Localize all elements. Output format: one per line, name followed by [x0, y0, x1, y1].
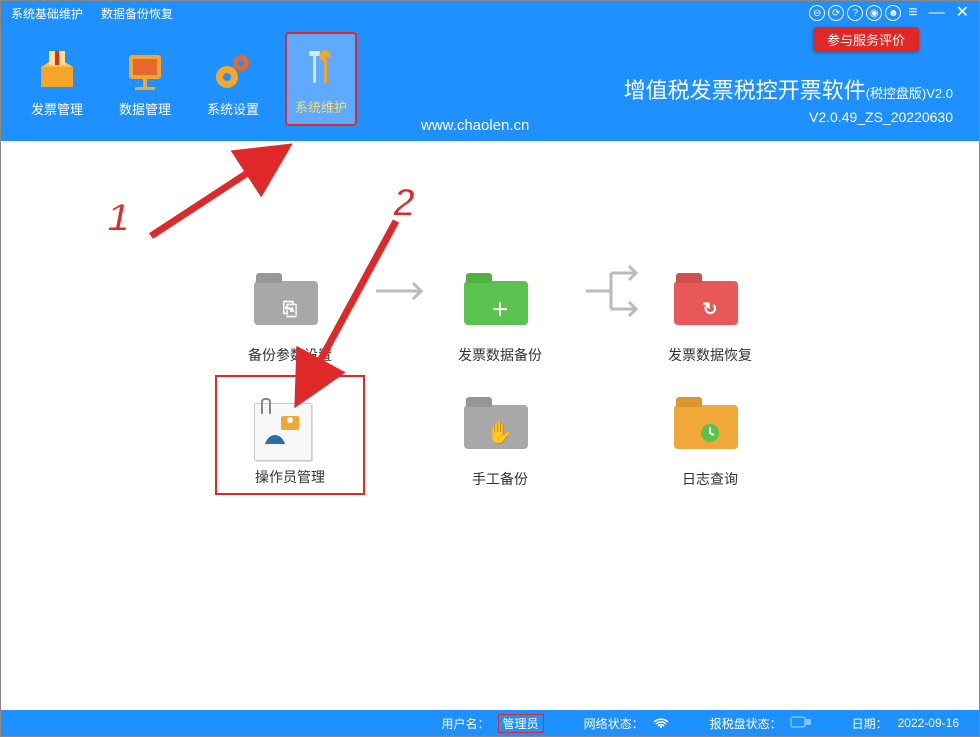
toolbar-system-maintenance[interactable]: 系统维护	[285, 32, 357, 126]
lock-icon[interactable]: ◉	[866, 5, 882, 21]
app-header: 系统基础维护 数据备份恢复 ⊖ ⟳ ? ◉ ☻ ≡ — ✕ 参与服务评价 发票管…	[1, 1, 979, 141]
tile-label: 操作员管理	[255, 467, 325, 487]
folder-plus-icon: ＋	[464, 281, 536, 337]
minimize-button[interactable]: —	[925, 5, 949, 21]
tile-invoice-backup[interactable]: ＋ 发票数据备份	[425, 251, 575, 371]
titlebar-icons: ⊖ ⟳ ? ◉ ☻ ≡ — ✕	[809, 5, 973, 21]
status-user-value: 管理员	[498, 714, 544, 733]
clipboard-user-icon	[254, 403, 326, 459]
toolbar-label: 系统设置	[207, 99, 259, 118]
app-version: V2.0.49_ZS_20220630	[624, 109, 953, 125]
toolbar-invoice-mgmt[interactable]: 发票管理	[21, 32, 93, 126]
wifi-icon	[652, 715, 670, 732]
toolbar-data-mgmt[interactable]: 数据管理	[109, 32, 181, 126]
menu-data-backup-restore[interactable]: 数据备份恢复	[101, 5, 173, 22]
toolbar-label: 系统维护	[295, 97, 347, 116]
back-icon[interactable]: ⊖	[809, 5, 825, 21]
status-user-label: 用户名：	[442, 715, 490, 732]
tile-label: 日志查询	[682, 469, 738, 489]
tile-label: 发票数据恢复	[668, 345, 752, 365]
folder-clock-icon	[674, 405, 746, 461]
tile-label: 发票数据备份	[458, 345, 542, 365]
help-icon[interactable]: ?	[847, 5, 863, 21]
toolbar-label: 发票管理	[31, 99, 83, 118]
server-icon	[123, 49, 167, 93]
tools-icon	[299, 47, 343, 91]
options-icon[interactable]: ≡	[904, 5, 921, 21]
tile-log-query[interactable]: 日志查询	[635, 375, 785, 495]
status-bar: 用户名： 管理员 网络状态： 报税盘状态： 日期： 2022-09-16	[1, 710, 979, 736]
status-net-label: 网络状态：	[584, 715, 644, 732]
service-eval-badge[interactable]: 参与服务评价	[813, 27, 919, 52]
annotation-arrow-2	[286, 211, 416, 411]
status-date-label: 日期：	[852, 715, 888, 732]
status-date-value: 2022-09-16	[896, 716, 961, 730]
menu-system-maintenance[interactable]: 系统基础维护	[11, 5, 83, 22]
box-icon	[35, 49, 79, 93]
header-url: www.chaolen.cn	[421, 117, 529, 134]
close-button[interactable]: ✕	[952, 5, 973, 21]
annotation-number-1: 1	[107, 196, 129, 241]
folder-hand-icon: ✋	[464, 405, 536, 461]
status-taxdisk-label: 报税盘状态：	[710, 715, 782, 732]
user-icon[interactable]: ☻	[885, 5, 901, 21]
tile-invoice-restore[interactable]: ↻ 发票数据恢复	[635, 251, 785, 371]
tax-disk-icon	[790, 716, 812, 731]
annotation-arrow-1	[141, 141, 301, 251]
app-title: 增值税发票税控开票软件	[624, 78, 866, 103]
app-title-block: 增值税发票税控开票软件(税控盘版)V2.0 V2.0.49_ZS_2022063…	[624, 73, 953, 125]
tile-manual-backup[interactable]: ✋ 手工备份	[425, 375, 575, 495]
toolbar-system-settings[interactable]: 系统设置	[197, 32, 269, 126]
tile-label: 手工备份	[472, 469, 528, 489]
refresh-icon[interactable]: ⟳	[828, 5, 844, 21]
app-edition: (税控盘版)V2.0	[866, 86, 953, 101]
main-area: ⎘ 备份参数设置 ＋ 发票数据备份 ↻ 发票数据恢复 操作员管理 ✋ 手工备份 …	[1, 141, 979, 712]
gears-icon	[211, 49, 255, 93]
toolbar-label: 数据管理	[119, 99, 171, 118]
folder-restore-icon: ↻	[674, 281, 746, 337]
